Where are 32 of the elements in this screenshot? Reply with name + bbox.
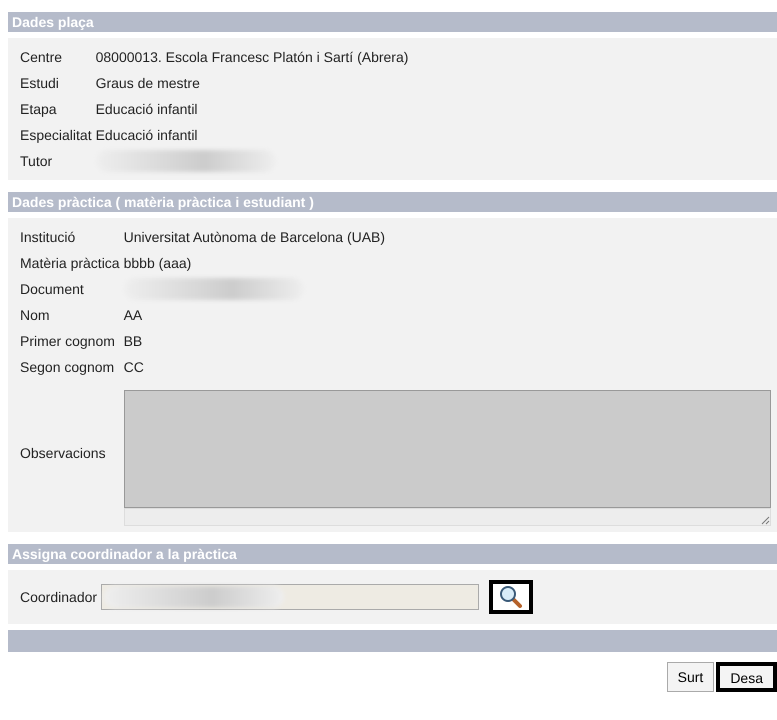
field-label: Institució	[20, 228, 76, 247]
field-label: Especialitat	[20, 126, 92, 145]
field-label: Observacions	[20, 444, 107, 463]
field-value: BB	[124, 332, 144, 351]
field-value: 08000013. Escola Francesc Platón i Sartí (Abrera)	[96, 48, 410, 67]
section-header: Dades plaça	[8, 12, 777, 32]
field-label: Etapa	[20, 100, 58, 119]
field-value: Educació infantil	[96, 100, 199, 119]
section-header: Dades pràctica ( matèria pràctica i estudiant )	[8, 192, 777, 212]
field-label: Tutor	[20, 152, 54, 171]
resize-handle[interactable]	[124, 508, 771, 526]
field-label: Centre	[20, 48, 64, 67]
coordinator-field[interactable]	[101, 584, 480, 610]
field-label: Segon cognom	[20, 358, 116, 377]
field-value: bbbb (aaa)	[124, 254, 192, 273]
field-label: Nom	[20, 306, 51, 325]
field-value: Universitat Autònoma de Barcelona (UAB)	[124, 228, 386, 247]
field-value: Educació infantil	[96, 126, 199, 145]
search-button[interactable]	[489, 580, 534, 614]
field-label: Estudi	[20, 74, 60, 93]
search-icon	[499, 585, 524, 609]
field-label: Matèria pràctica	[20, 254, 120, 273]
action-button[interactable]: Surt	[666, 662, 714, 692]
field-value: Graus de mestre	[96, 74, 201, 93]
section-header: Assigna coordinador a la pràctica	[8, 544, 777, 564]
observations-field[interactable]	[124, 390, 771, 508]
action-button[interactable]: Desa	[716, 662, 777, 692]
field-value: AA	[124, 306, 144, 325]
field-value: CC	[124, 358, 145, 377]
field-label: Coordinador	[20, 588, 98, 607]
field-label: Document	[20, 280, 85, 299]
field-label: Primer cognom	[20, 332, 116, 351]
